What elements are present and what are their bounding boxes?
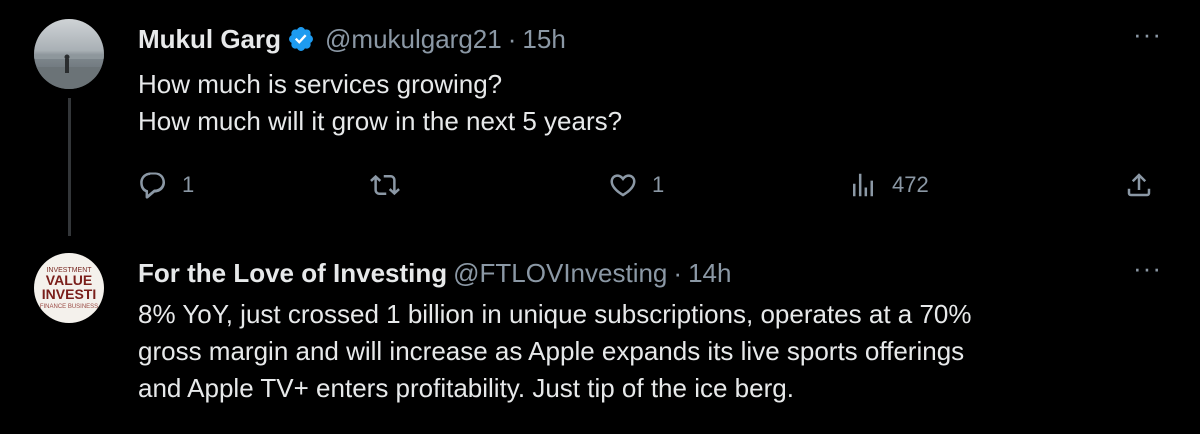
tweet-text-line: gross margin and will increase as Apple …: [138, 336, 965, 366]
tweet-text-line: and Apple TV+ enters profitability. Just…: [138, 373, 794, 403]
retweet-icon: [370, 174, 400, 196]
tweet-text-line: 8% YoY, just crossed 1 billion in unique…: [138, 299, 972, 329]
retweet-button[interactable]: [370, 170, 414, 200]
separator-dot: ·: [507, 24, 517, 54]
more-options-icon[interactable]: ···: [1133, 21, 1162, 47]
avatar-beach-photo: [34, 19, 104, 89]
like-icon: [610, 174, 636, 197]
tweet-text-line: How much is services growing?: [138, 69, 503, 99]
reply-button[interactable]: 1: [138, 170, 194, 200]
separator-dot: ·: [673, 258, 683, 288]
timestamp[interactable]: 14h: [688, 257, 731, 289]
tweet-text: How much is services growing? How much w…: [138, 66, 1148, 140]
thread-line: [68, 98, 71, 236]
reply-count: 1: [182, 172, 195, 197]
share-icon: [1127, 173, 1151, 197]
svg-text:FINANCE BUSINESS: FINANCE BUSINESS: [40, 304, 98, 310]
tweet-actions: 1 1 472: [138, 170, 1168, 204]
timestamp[interactable]: 15h: [522, 23, 565, 55]
author-name[interactable]: Mukul Garg: [138, 23, 281, 55]
author-handle[interactable]: @FTLOVInvesting: [453, 257, 667, 289]
more-options-icon[interactable]: ···: [1133, 255, 1162, 281]
svg-text:INVESTI: INVESTI: [42, 286, 96, 302]
tweet-ftlov-investing[interactable]: INVESTMENT VALUE INVESTI FINANCE BUSINES…: [0, 236, 1200, 434]
reply-icon: [140, 172, 166, 199]
avatar-mukul-garg[interactable]: [34, 19, 104, 89]
author-name[interactable]: For the Love of Investing: [138, 257, 447, 289]
share-button[interactable]: [1124, 170, 1154, 200]
avatar-ftlov-investing[interactable]: INVESTMENT VALUE INVESTI FINANCE BUSINES…: [34, 253, 104, 323]
like-count: 1: [652, 172, 665, 197]
verified-badge-icon[interactable]: [287, 25, 315, 53]
views-icon: [853, 173, 873, 197]
tweet-mukul-garg[interactable]: Mukul Garg @mukulgarg21 · 15h ··· How mu…: [0, 0, 1200, 236]
tweet-text: 8% YoY, just crossed 1 billion in unique…: [138, 296, 1138, 407]
views-button[interactable]: 472: [848, 170, 929, 200]
tweet-header: For the Love of Investing @FTLOVInvestin…: [138, 257, 731, 289]
like-button[interactable]: 1: [608, 170, 664, 200]
tweet-header: Mukul Garg @mukulgarg21 · 15h: [138, 23, 566, 55]
author-handle[interactable]: @mukulgarg21: [325, 23, 502, 55]
views-count: 472: [892, 172, 929, 197]
avatar-value-investing-logo: INVESTMENT VALUE INVESTI FINANCE BUSINES…: [34, 253, 104, 323]
tweet-text-line: How much will it grow in the next 5 year…: [138, 106, 623, 136]
